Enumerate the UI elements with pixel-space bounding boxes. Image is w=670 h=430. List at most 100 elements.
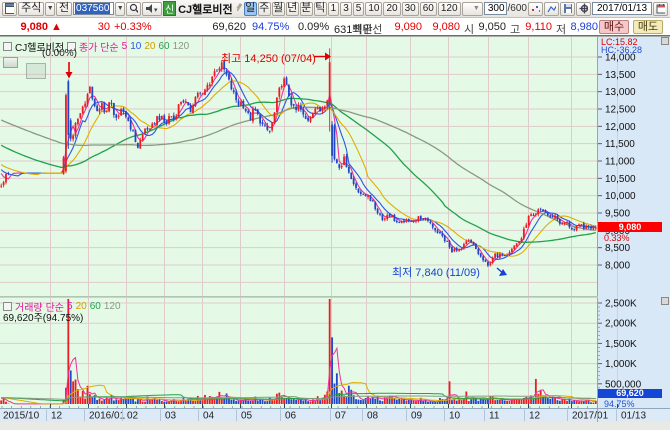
sound-icon[interactable]: ▾ — [142, 2, 162, 16]
all-market-button[interactable]: 전 — [56, 2, 72, 16]
svg-text:10: 10 — [449, 411, 461, 422]
code-dropdown-icon[interactable]: ▼ — [115, 2, 125, 16]
svg-text:2016/01: 2016/01 — [89, 411, 126, 422]
minute-button-10[interactable]: 10 — [365, 2, 382, 16]
svg-text:9,500: 9,500 — [605, 209, 630, 220]
hc-readout: HC:-36.28 — [601, 45, 642, 55]
vma60-label: 60 — [90, 301, 101, 312]
calendar-icon[interactable] — [653, 2, 668, 16]
svg-text:08: 08 — [367, 411, 379, 422]
stock-code-value: 037560 — [75, 3, 110, 14]
minute-button-5[interactable]: 5 — [353, 2, 365, 16]
ma60-label: 60 — [158, 41, 169, 52]
bar-count-input[interactable]: 300 — [484, 2, 507, 15]
edit-pencil-icon[interactable] — [235, 2, 243, 15]
current-volume-ratio-label: 94.75% — [604, 399, 635, 409]
current-pct-axis-label: 0.33% — [604, 233, 630, 243]
period-button-월[interactable]: 월 — [272, 2, 285, 16]
svg-text:1,000K: 1,000K — [605, 359, 637, 370]
stock-warning-badge: 신 — [163, 1, 176, 16]
svg-text:2015/10: 2015/10 — [3, 411, 40, 422]
search-icon[interactable] — [126, 2, 141, 16]
svg-text:12,500: 12,500 — [605, 105, 636, 116]
open-price: 9,050 — [474, 21, 506, 33]
day-volume: 69,620 — [196, 21, 246, 33]
current-price-axis-box: 9,080 — [598, 222, 662, 232]
chart-canvas[interactable]: 14,00013,50013,00012,50012,00011,50011,0… — [0, 0, 670, 430]
high-label: 고 — [510, 21, 520, 37]
scatter-chart-icon[interactable] — [528, 2, 543, 16]
period-button-일[interactable]: 일 — [244, 2, 257, 16]
svg-text:01/13: 01/13 — [621, 411, 646, 422]
ma20-label: 20 — [144, 41, 155, 52]
svg-text:13,500: 13,500 — [605, 70, 636, 81]
svg-text:10,500: 10,500 — [605, 174, 636, 185]
low-price: 8,980 — [566, 21, 598, 33]
best-bid: 9,080 — [426, 21, 460, 33]
gear-icon[interactable] — [576, 2, 591, 16]
period-button-주[interactable]: 주 — [258, 2, 271, 16]
up-arrow-icon: ▲ — [51, 21, 62, 33]
bar-count-max-label: /600 — [508, 3, 527, 14]
buy-button[interactable]: 매수 — [599, 20, 629, 34]
svg-text:11,000: 11,000 — [605, 157, 635, 168]
ma5-label: 5 — [122, 41, 128, 52]
period-low-annotation: 최저 7,840 (11/09) — [392, 264, 480, 280]
open-label: 시 — [464, 21, 474, 37]
svg-text:07: 07 — [335, 411, 347, 422]
svg-text:12,000: 12,000 — [605, 122, 636, 133]
minute-button-1[interactable]: 1 — [328, 2, 340, 16]
svg-text:1,500K: 1,500K — [605, 339, 637, 350]
mini-table-icon[interactable] — [3, 57, 18, 68]
svg-text:10,000: 10,000 — [605, 191, 636, 202]
minute-button-3[interactable]: 3 — [340, 2, 352, 16]
minute-button-120[interactable]: 120 — [438, 2, 461, 16]
volume-ratio: 94.75% — [252, 21, 289, 33]
minute-button-30[interactable]: 30 — [402, 2, 419, 16]
save-icon[interactable] — [560, 2, 575, 16]
stock-code-input[interactable]: 037560 — [73, 2, 114, 15]
price-legend: CJ헬로비전 종가 단순 5 10 20 60 120 — [3, 39, 189, 54]
vma120-label: 120 — [104, 301, 121, 312]
price-change-pct: +0.33% — [114, 21, 152, 33]
svg-text:▾: ▾ — [154, 7, 158, 14]
minute-button-group: 13510203060120 — [328, 2, 461, 16]
current-volume-axis-box: 69,620 — [598, 389, 662, 398]
svg-text:11: 11 — [489, 411, 500, 422]
date-input[interactable]: 2017/01/13 — [592, 2, 652, 15]
asset-type-select[interactable]: 주식 — [18, 2, 44, 16]
checkbox-icon[interactable] — [3, 42, 12, 51]
period-button-년[interactable]: 년 — [286, 2, 299, 16]
svg-text:09: 09 — [411, 411, 423, 422]
volume-readout: 69,620주(94.75%) — [3, 309, 83, 324]
svg-text:05: 05 — [241, 411, 253, 422]
svg-text:8,500: 8,500 — [605, 243, 630, 254]
high-price: 9,110 — [520, 21, 552, 33]
line-chart-icon[interactable] — [544, 2, 559, 16]
svg-text:2,000K: 2,000K — [605, 319, 637, 330]
svg-text:12: 12 — [529, 411, 541, 422]
svg-text:02: 02 — [127, 411, 139, 422]
svg-text:04: 04 — [203, 411, 215, 422]
legend-ma-type: 종가 단순 — [79, 39, 119, 54]
svg-text:13,000: 13,000 — [605, 87, 636, 98]
chart-window-icon[interactable] — [2, 2, 17, 16]
empty-combo[interactable]: ▼ — [462, 2, 483, 16]
ma120-label: 120 — [173, 41, 190, 52]
stock-name: CJ헬로비전 — [177, 1, 234, 17]
svg-text:8,000: 8,000 — [605, 261, 630, 272]
sell-button[interactable]: 매도 — [633, 20, 663, 34]
svg-text:12: 12 — [51, 411, 63, 422]
current-price: 9,080 — [6, 21, 48, 33]
period-button-분[interactable]: 분 — [300, 2, 313, 16]
svg-text:06: 06 — [285, 411, 297, 422]
chart-tool-ghost-icon[interactable] — [26, 63, 46, 79]
minute-button-20[interactable]: 20 — [383, 2, 400, 16]
best-ask: 9,090 — [388, 21, 422, 33]
period-button-틱[interactable]: 틱 — [314, 2, 327, 16]
minute-button-60[interactable]: 60 — [420, 2, 437, 16]
top-toolbar: 주식 ▼ 전 037560 ▼ ▾ 신 CJ헬로비전 일주월년분틱 135102… — [0, 0, 670, 18]
asset-type-dropdown-icon[interactable]: ▼ — [45, 2, 55, 16]
turnover-pct: 0.09% — [298, 21, 329, 33]
best-quote-label: 최우선 — [352, 21, 382, 37]
